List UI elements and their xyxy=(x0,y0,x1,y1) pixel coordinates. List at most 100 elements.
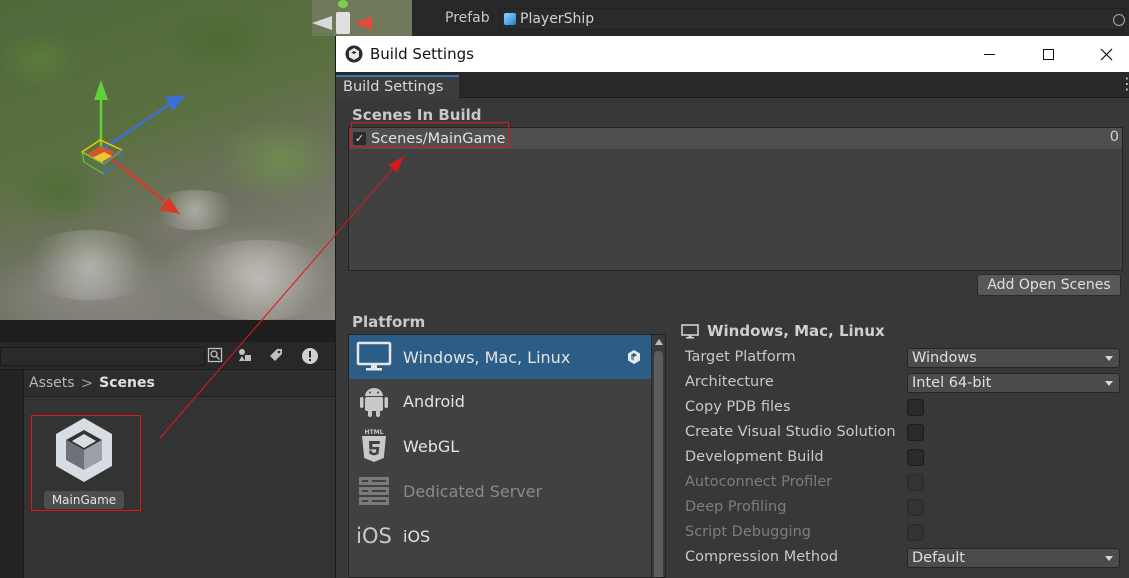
build-settings-body: Scenes In Build ✓ Scenes/MainGame 0 Add … xyxy=(336,98,1129,578)
chevron-down-icon xyxy=(1105,381,1113,386)
close-icon xyxy=(1100,48,1112,60)
platform-item-webgl[interactable]: HTML WebGL xyxy=(349,424,651,468)
copy-pdb-checkbox[interactable] xyxy=(907,399,924,416)
breadcrumb: Assets > Scenes xyxy=(24,370,335,397)
platform-settings-panel: Windows, Mac, Linux Target Platform Wind… xyxy=(681,310,1129,578)
scroll-up-icon[interactable] xyxy=(655,339,663,345)
scenes-list[interactable]: ✓ Scenes/MainGame 0 xyxy=(348,127,1123,271)
setting-label: Create Visual Studio Solution xyxy=(685,424,896,440)
development-build-checkbox[interactable] xyxy=(907,449,924,466)
platform-item-dedicated-server[interactable]: Dedicated Server xyxy=(349,469,651,513)
platform-item-ios[interactable]: iOS iOS xyxy=(349,514,651,558)
html5-icon: HTML xyxy=(355,428,393,464)
platform-partial-icon xyxy=(355,563,393,577)
minimize-button[interactable] xyxy=(960,36,1018,72)
dropdown-value: Intel 64-bit xyxy=(912,375,992,391)
build-settings-window: Build Settings Build Settings ⋮ Scenes I… xyxy=(335,36,1129,578)
tab-menu-icon[interactable]: ⋮ xyxy=(1119,76,1129,93)
platform-settings-title: Windows, Mac, Linux xyxy=(707,322,885,340)
setting-label: Copy PDB files xyxy=(685,399,791,415)
setting-autoconnect-profiler: Autoconnect Profiler xyxy=(685,472,1125,494)
platform-title: Platform xyxy=(352,313,426,331)
unity-scene-icon xyxy=(56,418,112,482)
autoconnect-profiler-checkbox xyxy=(907,474,924,491)
setting-copy-pdb: Copy PDB files xyxy=(685,397,1125,419)
deep-profiling-checkbox xyxy=(907,499,924,516)
create-vs-solution-checkbox[interactable] xyxy=(907,424,924,441)
panel-divider xyxy=(0,320,335,342)
close-button[interactable] xyxy=(1077,36,1129,72)
setting-label: Deep Profiling xyxy=(685,499,787,515)
gizmo-center-icon xyxy=(336,12,350,34)
dropdown-value: Windows xyxy=(912,350,977,366)
active-platform-unity-icon xyxy=(628,350,640,364)
setting-label: Script Debugging xyxy=(685,524,811,540)
platform-label: WebGL xyxy=(403,436,460,456)
platform-item-windows[interactable]: Windows, Mac, Linux xyxy=(349,335,651,379)
android-icon xyxy=(355,383,393,419)
annotation-highlight xyxy=(351,122,509,148)
object-picker-icon[interactable] xyxy=(1113,14,1125,26)
maximize-icon xyxy=(1042,48,1054,60)
server-icon xyxy=(355,473,393,509)
maximize-button[interactable] xyxy=(1019,36,1077,72)
breadcrumb-scenes[interactable]: Scenes xyxy=(99,375,155,391)
setting-create-vs-solution: Create Visual Studio Solution xyxy=(685,422,1125,444)
inspector-prefab-row: Prefab PlayerShip xyxy=(412,0,1129,37)
monitor-icon xyxy=(681,323,699,338)
script-debugging-checkbox xyxy=(907,524,924,541)
chevron-down-icon xyxy=(1105,556,1113,561)
show-issues-icon[interactable] xyxy=(301,347,319,365)
setting-label: Autoconnect Profiler xyxy=(685,474,833,490)
prefab-cube-icon xyxy=(504,13,516,25)
dropdown-value: Default xyxy=(912,550,965,566)
asset-label: MainGame xyxy=(44,491,124,509)
html5-icon-text: HTML xyxy=(365,429,384,436)
project-folder-tree xyxy=(0,370,24,578)
platform-list[interactable]: Windows, Mac, Linux Android HTML WebGL D… xyxy=(348,334,666,578)
compression-method-dropdown[interactable]: Default xyxy=(907,548,1120,568)
setting-compression-method: Compression Method Default xyxy=(685,547,1125,569)
setting-label: Architecture xyxy=(685,374,774,390)
platform-item-partial[interactable] xyxy=(349,559,651,577)
prefab-field[interactable]: PlayerShip xyxy=(500,8,1125,30)
setting-target-platform: Target Platform Windows xyxy=(685,347,1125,369)
setting-script-debugging: Script Debugging xyxy=(685,522,1125,544)
breadcrumb-separator: > xyxy=(80,374,94,392)
tab-build-settings[interactable]: Build Settings xyxy=(336,75,459,98)
platform-label: Windows, Mac, Linux xyxy=(403,347,571,367)
minimize-icon xyxy=(983,53,995,55)
prefab-value: PlayerShip xyxy=(520,11,595,27)
scene-orientation-gizmo[interactable] xyxy=(312,0,412,36)
filter-by-type-icon[interactable] xyxy=(236,347,254,365)
project-asset-area: Assets > Scenes MainGame xyxy=(24,370,335,578)
setting-architecture: Architecture Intel 64-bit xyxy=(685,372,1125,394)
architecture-dropdown[interactable]: Intel 64-bit xyxy=(907,373,1120,393)
prefab-label: Prefab xyxy=(445,10,490,26)
z-axis-arrow-icon xyxy=(165,95,186,111)
project-search-input[interactable] xyxy=(0,347,205,366)
setting-deep-profiling: Deep Profiling xyxy=(685,497,1125,519)
y-axis-arrow-icon xyxy=(94,80,108,100)
window-title-bar[interactable]: Build Settings xyxy=(336,36,1129,72)
tab-strip: Build Settings ⋮ xyxy=(336,72,1129,98)
setting-development-build: Development Build xyxy=(685,447,1125,469)
gizmo-x-icon xyxy=(354,16,372,30)
setting-label: Compression Method xyxy=(685,549,839,565)
scene-asset-maingame[interactable]: MainGame xyxy=(31,415,141,511)
scroll-thumb[interactable] xyxy=(654,351,663,577)
filter-by-label-icon[interactable] xyxy=(267,347,285,365)
chevron-down-icon xyxy=(1105,356,1113,361)
gizmo-arrow-icon xyxy=(312,16,332,30)
project-toolbar xyxy=(0,342,335,370)
search-by-type-icon[interactable] xyxy=(206,347,224,365)
target-platform-dropdown[interactable]: Windows xyxy=(907,348,1120,368)
transform-gizmo[interactable] xyxy=(0,0,335,320)
platform-scrollbar[interactable] xyxy=(651,335,665,577)
platform-item-android[interactable]: Android xyxy=(349,379,651,423)
add-open-scenes-button[interactable]: Add Open Scenes xyxy=(977,274,1121,296)
scene-view[interactable] xyxy=(0,0,335,320)
breadcrumb-assets[interactable]: Assets xyxy=(29,375,75,391)
window-title: Build Settings xyxy=(370,45,474,63)
setting-label: Target Platform xyxy=(685,349,796,365)
